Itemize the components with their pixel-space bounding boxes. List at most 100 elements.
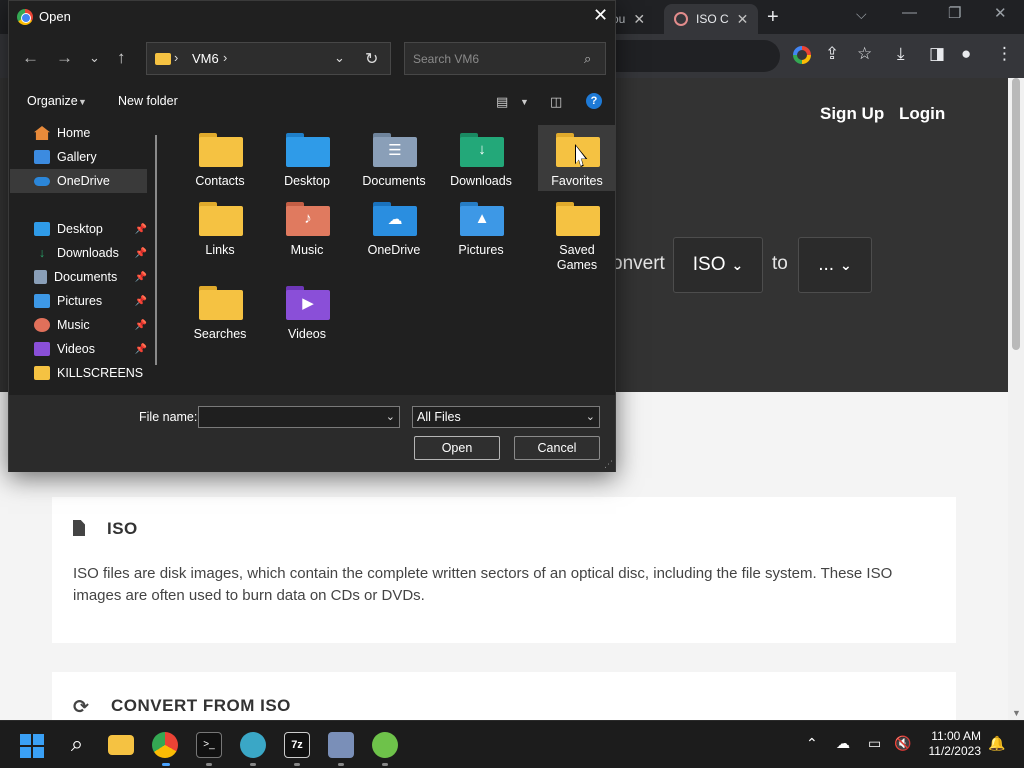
breadcrumb-chevron-icon[interactable]: › [174, 50, 178, 65]
tab-close-icon[interactable]: ✕ [633, 11, 645, 28]
terminal-icon[interactable]: >_ [196, 732, 222, 758]
address-bar[interactable]: › VM6 › ⌄ ↻ [146, 42, 391, 75]
breadcrumb-segment[interactable]: VM6 [192, 51, 219, 66]
nav-item-downloads[interactable]: ↓ Downloads 📌 [10, 241, 147, 265]
green-app-icon[interactable] [372, 732, 398, 758]
links-folder-icon [199, 202, 243, 236]
resize-grip-icon[interactable]: ⋰ [604, 459, 613, 470]
start-windows-icon[interactable] [20, 734, 44, 758]
help-icon[interactable]: ? [586, 93, 602, 109]
chevron-down-icon[interactable]: ⌄ [386, 410, 395, 423]
preview-pane-icon[interactable]: ◫ [550, 94, 562, 110]
file-item-links[interactable]: Links [181, 194, 259, 260]
nav-item-killscreens[interactable]: KILLSCREENS [10, 361, 147, 385]
breadcrumb-chevron-icon[interactable]: › [223, 50, 227, 65]
download-icon[interactable]: ⤓ [897, 44, 905, 64]
pin-icon[interactable]: 📌 [135, 320, 147, 331]
login-link[interactable]: Login [899, 104, 945, 124]
pin-icon[interactable]: 📌 [135, 248, 147, 259]
tab-close-icon[interactable]: ✕ [737, 11, 749, 28]
file-item-pictures[interactable]: ▲ Pictures [442, 194, 520, 260]
network-icon[interactable]: ▭ [868, 735, 881, 752]
nav-scrollbar[interactable] [155, 135, 157, 365]
search-input[interactable]: Search VM6 ⌕ [404, 42, 606, 75]
forward-arrow-icon[interactable]: → [56, 48, 73, 68]
omnibox[interactable] [600, 40, 780, 72]
new-folder-button[interactable]: New folder [118, 94, 178, 108]
side-panel-icon[interactable]: ◨ [929, 44, 945, 64]
pin-icon[interactable]: 📌 [135, 272, 147, 283]
file-item-saved-games[interactable]: Saved Games [538, 194, 616, 274]
up-arrow-icon[interactable]: ↑ [117, 48, 126, 68]
pin-icon[interactable]: 📌 [135, 224, 147, 235]
cancel-button[interactable]: Cancel [514, 436, 600, 460]
nav-item-gallery[interactable]: Gallery [10, 145, 147, 169]
file-item-searches[interactable]: Searches [181, 278, 259, 344]
to-format-select[interactable]: ... ⌄ [798, 237, 872, 293]
scrollbar-thumb[interactable] [1012, 78, 1020, 350]
google-icon[interactable] [793, 46, 811, 64]
nav-item-desktop[interactable]: Desktop 📌 [10, 217, 147, 241]
notification-bell-icon[interactable]: 🔔 [988, 735, 1005, 752]
recent-locations-chevron-icon[interactable]: ⌄ [89, 50, 100, 66]
file-item-documents[interactable]: ☰ Documents [355, 125, 433, 191]
restore-icon[interactable]: ❐ [948, 4, 961, 22]
file-item-contacts[interactable]: Contacts [181, 125, 259, 191]
file-item-desktop[interactable]: Desktop [268, 125, 346, 191]
nav-label: Gallery [57, 150, 97, 164]
nav-item-pictures[interactable]: Pictures 📌 [10, 289, 147, 313]
onedrive-tray-icon[interactable]: ☁ [836, 735, 850, 752]
browser-globe-icon[interactable] [240, 732, 266, 758]
search-icon[interactable]: ⌕ [584, 51, 591, 67]
app-icon[interactable] [328, 732, 354, 758]
file-label: Music [290, 243, 324, 257]
browser-tab[interactable]: ou ✕ [612, 4, 662, 34]
bookmark-star-icon[interactable]: ☆ [857, 44, 872, 64]
tab-search-chevron-icon[interactable]: ⌵ [856, 6, 867, 23]
7zip-icon[interactable]: 7z [284, 732, 310, 758]
clock[interactable]: 11:00 AM 11/2/2023 [906, 729, 982, 759]
pin-icon[interactable]: 📌 [135, 344, 147, 355]
file-name-input[interactable]: ⌄ [198, 406, 400, 428]
nav-label: OneDrive [57, 174, 110, 188]
file-item-downloads[interactable]: ↓ Downloads [442, 125, 520, 191]
file-item-videos[interactable]: ▶ Videos [268, 278, 346, 344]
taskbar: ⌕ >_ 7z ⌃ ☁ ▭ 🔇 11:00 AM 11/2/2023 🔔 [0, 720, 1024, 768]
scroll-down-arrow-icon[interactable]: ▼ [1012, 708, 1021, 718]
profile-icon[interactable]: ● [961, 44, 971, 64]
command-bar: Organize ▼ New folder ▤ ▼ ◫ ? [9, 87, 615, 117]
nav-item-home[interactable]: Home [10, 121, 147, 145]
close-window-icon[interactable]: ✕ [994, 4, 1007, 22]
chevron-down-icon[interactable]: ▼ [520, 97, 529, 107]
address-dropdown-chevron-icon[interactable]: ⌄ [334, 50, 345, 66]
file-type-select[interactable]: All Files ⌄ [412, 406, 600, 428]
open-button[interactable]: Open [414, 436, 500, 460]
page-scrollbar[interactable]: ▼ [1008, 78, 1024, 720]
chevron-down-icon[interactable]: ⌄ [586, 410, 595, 423]
new-tab-icon[interactable]: + [767, 6, 779, 29]
nav-item-music[interactable]: Music 📌 [10, 313, 147, 337]
nav-item-onedrive[interactable]: OneDrive [10, 169, 147, 193]
menu-kebab-icon[interactable]: ⋮ [996, 44, 1013, 64]
nav-item-videos[interactable]: Videos 📌 [10, 337, 147, 361]
from-format-select[interactable]: ISO ⌄ [673, 237, 763, 293]
tray-chevron-up-icon[interactable]: ⌃ [806, 735, 818, 752]
file-item-music[interactable]: ♪ Music [268, 194, 346, 260]
chrome-icon[interactable] [152, 732, 178, 758]
search-icon[interactable]: ⌕ [64, 732, 90, 758]
chevron-down-icon[interactable]: ▼ [78, 97, 87, 107]
signup-link[interactable]: Sign Up [820, 104, 884, 124]
file-item-onedrive[interactable]: ☁ OneDrive [355, 194, 433, 260]
organize-button[interactable]: Organize [27, 94, 78, 108]
pin-icon[interactable]: 📌 [135, 296, 147, 307]
refresh-icon[interactable]: ↻ [365, 49, 378, 69]
nav-label: KILLSCREENS [57, 366, 144, 380]
back-arrow-icon[interactable]: ← [22, 48, 39, 68]
share-icon[interactable]: ⇪ [825, 44, 839, 64]
dialog-close-icon[interactable]: ✕ [593, 5, 608, 26]
file-explorer-icon[interactable] [108, 735, 134, 755]
browser-tab-active[interactable]: ISO C ✕ [664, 4, 758, 34]
minimize-icon[interactable]: — [902, 4, 917, 21]
nav-item-documents[interactable]: Documents 📌 [10, 265, 147, 289]
view-options-icon[interactable]: ▤ [496, 94, 508, 110]
